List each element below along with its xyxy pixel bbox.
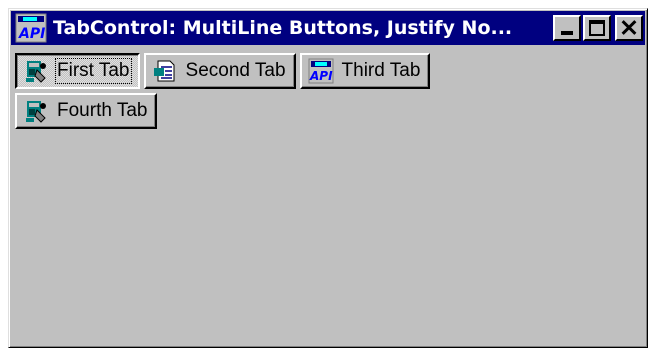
svg-text:API: API xyxy=(18,26,45,42)
tab-second[interactable]: Second Tab xyxy=(143,53,296,89)
tab-first[interactable]: First Tab xyxy=(15,53,140,89)
title-bar[interactable]: API TabControl: MultiLine Buttons, Justi… xyxy=(11,11,645,45)
api-icon[interactable]: API xyxy=(15,13,47,43)
close-button[interactable] xyxy=(615,15,643,41)
window-title: TabControl: MultiLine Buttons, Justify N… xyxy=(53,17,513,39)
tab-label: Third Tab xyxy=(341,60,421,81)
tab-label: Second Tab xyxy=(185,60,286,81)
tab-control: First Tab Second Tab API Third Tab Fourt… xyxy=(11,47,645,345)
svg-text:API: API xyxy=(309,69,333,83)
tab-label: First Tab xyxy=(55,58,132,84)
document-icon xyxy=(153,60,175,82)
minimize-button[interactable] xyxy=(553,15,581,41)
gear-person-icon xyxy=(26,101,46,123)
tab-label: Fourth Tab xyxy=(57,100,148,121)
tab-row: First Tab Second Tab API Third Tab xyxy=(15,53,431,89)
app-window: API TabControl: MultiLine Buttons, Justi… xyxy=(8,8,648,348)
gear-person-icon xyxy=(26,61,46,83)
title-buttons xyxy=(551,15,643,41)
tab-row: Fourth Tab xyxy=(15,93,158,129)
api-icon: API xyxy=(308,58,334,84)
tab-third[interactable]: API Third Tab xyxy=(299,53,431,89)
tab-fourth[interactable]: Fourth Tab xyxy=(15,93,158,129)
maximize-button[interactable] xyxy=(583,15,611,41)
